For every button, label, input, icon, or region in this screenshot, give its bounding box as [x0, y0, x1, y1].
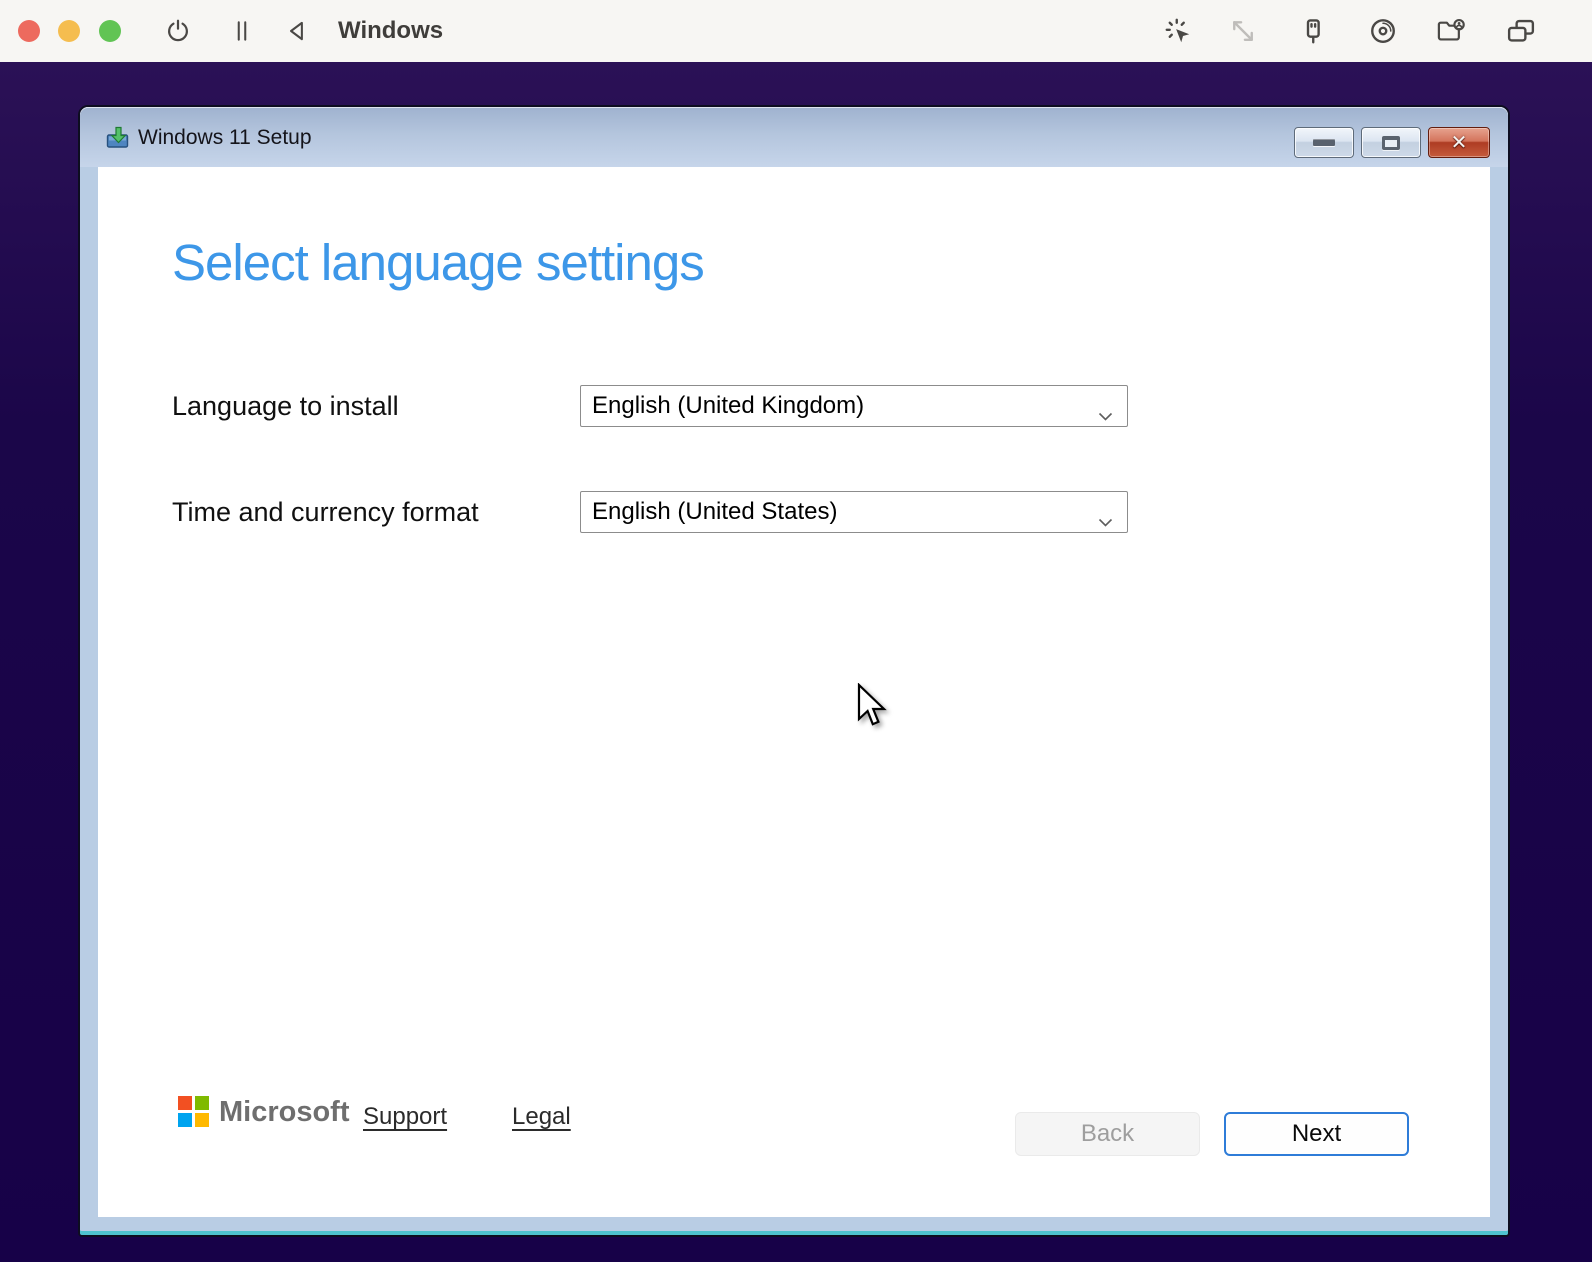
minimize-button[interactable] — [1294, 127, 1354, 158]
chevron-down-icon — [1098, 401, 1113, 429]
back-triangle-icon[interactable] — [282, 16, 312, 46]
setup-content: Select language settings Language to ins… — [98, 167, 1490, 1217]
vm-toolbar: Windows — [0, 0, 1592, 62]
macos-zoom-button[interactable] — [99, 20, 121, 42]
installer-icon — [106, 126, 130, 154]
back-button: Back — [1015, 1112, 1200, 1156]
language-select-value: English (United Kingdom) — [592, 392, 865, 419]
next-button[interactable]: Next — [1224, 1112, 1409, 1156]
setup-titlebar[interactable]: Windows 11 Setup ✕ — [80, 107, 1508, 167]
pause-icon[interactable] — [227, 16, 257, 46]
mouse-cursor-icon — [856, 682, 890, 736]
cd-drive-icon[interactable] — [1368, 16, 1398, 46]
chevron-down-icon — [1098, 507, 1113, 535]
maximize-button[interactable] — [1361, 127, 1421, 158]
time-currency-select[interactable]: English (United States) — [580, 491, 1128, 533]
vm-desktop: Windows 11 Setup ✕ Select language setti… — [0, 62, 1592, 1262]
macos-close-button[interactable] — [18, 20, 40, 42]
usb-icon[interactable] — [1298, 16, 1328, 46]
resize-display-icon — [1228, 16, 1258, 46]
window-list-icon[interactable] — [1506, 16, 1536, 46]
shared-folder-icon[interactable] — [1436, 16, 1466, 46]
windows-11-setup-window: Windows 11 Setup ✕ Select language setti… — [78, 105, 1510, 1237]
close-button[interactable]: ✕ — [1428, 127, 1490, 158]
setup-window-title: Windows 11 Setup — [138, 126, 312, 149]
legal-link[interactable]: Legal — [512, 1103, 571, 1131]
language-select[interactable]: English (United Kingdom) — [580, 385, 1128, 427]
microsoft-wordmark: Microsoft — [219, 1096, 350, 1128]
support-link[interactable]: Support — [363, 1103, 447, 1131]
macos-minimize-button[interactable] — [58, 20, 80, 42]
language-label: Language to install — [172, 391, 399, 421]
time-currency-select-value: English (United States) — [592, 498, 838, 525]
vm-window-title: Windows — [338, 17, 444, 44]
power-icon[interactable] — [163, 16, 193, 46]
microsoft-logo-icon — [178, 1096, 209, 1127]
capture-cursor-icon[interactable] — [1163, 16, 1193, 46]
time-currency-label: Time and currency format — [172, 497, 479, 527]
page-title: Select language settings — [172, 234, 705, 291]
